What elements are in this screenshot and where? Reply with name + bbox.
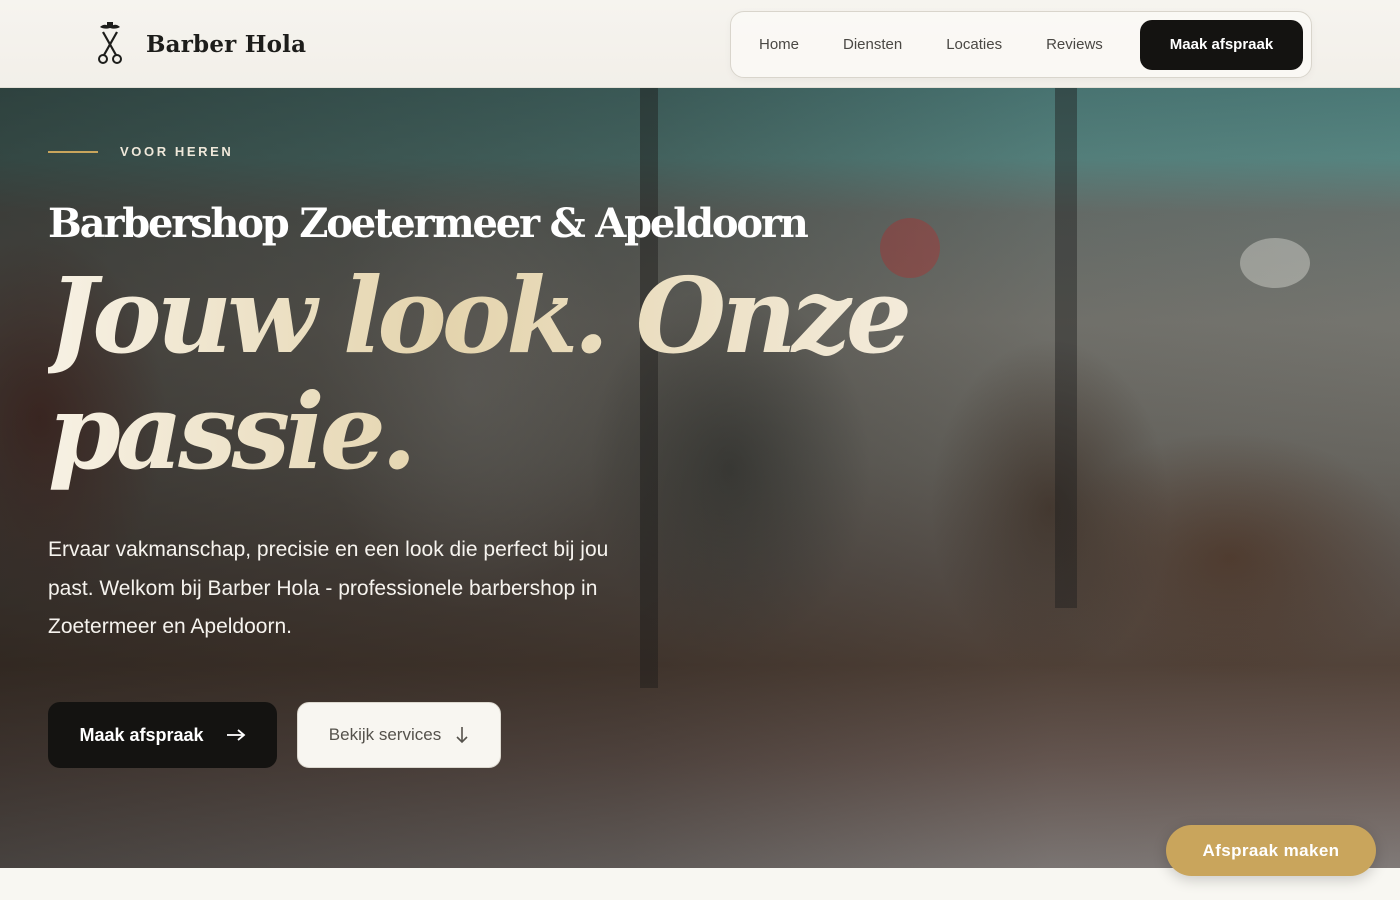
brand-name: Barber Hola bbox=[146, 30, 307, 58]
main-nav: Home Diensten Locaties Reviews Maak afsp… bbox=[730, 11, 1312, 78]
view-services-button[interactable]: Bekijk services bbox=[297, 702, 501, 768]
hero-description: Ervaar vakmanschap, precisie en een look… bbox=[48, 538, 609, 638]
book-appointment-button[interactable]: Maak afspraak bbox=[48, 702, 277, 768]
book-appointment-label: Maak afspraak bbox=[79, 724, 204, 745]
brand[interactable]: Barber Hola bbox=[96, 16, 306, 72]
arrow-right-icon bbox=[226, 728, 246, 742]
site-header: Barber Hola Home Diensten Locaties Revie… bbox=[0, 0, 1400, 88]
hero-subtitle: Barbershop Zoetermeer & Apeldoorn bbox=[48, 200, 809, 247]
eyebrow-text: VOOR HEREN bbox=[120, 144, 234, 159]
hero-title-line-1: Jouw look. Onze bbox=[48, 254, 908, 377]
nav-item-diensten[interactable]: Diensten bbox=[821, 20, 924, 70]
nav-cta-button[interactable]: Maak afspraak bbox=[1140, 19, 1303, 70]
nav-item-reviews[interactable]: Reviews bbox=[1024, 20, 1125, 70]
arrow-down-icon bbox=[455, 726, 469, 744]
barber-scissors-mustache-icon bbox=[98, 22, 122, 64]
hero-section: VOOR HEREN Barbershop Zoetermeer & Apeld… bbox=[0, 88, 1400, 868]
hero-eyebrow: VOOR HEREN bbox=[48, 144, 233, 159]
nav-item-locaties[interactable]: Locaties bbox=[924, 20, 1024, 70]
nav-item-home[interactable]: Home bbox=[737, 20, 821, 70]
eyebrow-divider bbox=[48, 150, 98, 153]
floating-appointment-button[interactable]: Afspraak maken bbox=[1166, 825, 1376, 876]
hero-title: Jouw look. Onze passie. bbox=[48, 258, 928, 490]
view-services-label: Bekijk services bbox=[328, 725, 442, 744]
hero-title-line-2: passie. bbox=[48, 370, 413, 493]
